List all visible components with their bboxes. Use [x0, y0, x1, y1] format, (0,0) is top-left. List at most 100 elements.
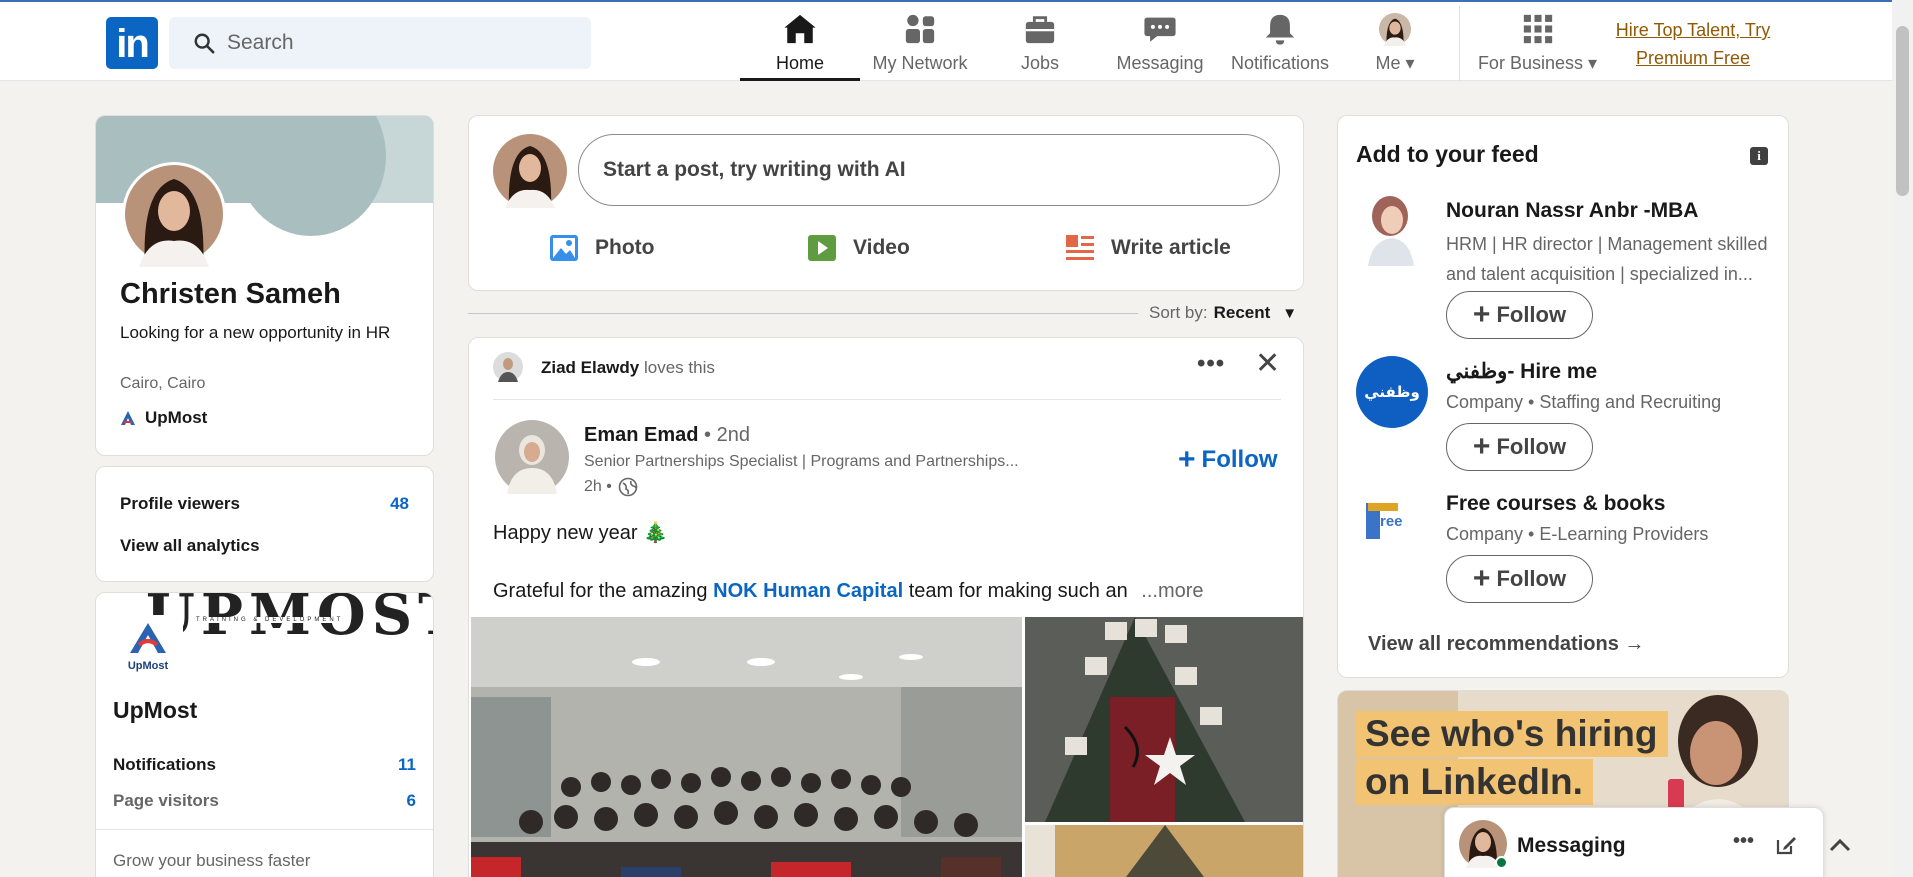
- post-image-group-photo[interactable]: [471, 617, 1022, 877]
- ad-headline-1: See who's hiring: [1355, 711, 1668, 757]
- christmas-tree-image: [1025, 617, 1303, 822]
- sort-label: Sort by:: [1149, 303, 1208, 322]
- add-to-feed-title: Add to your feed: [1356, 141, 1539, 167]
- home-icon: [784, 14, 816, 44]
- video-button[interactable]: Video: [807, 234, 910, 262]
- sort-dropdown[interactable]: Sort by: Recent ▼: [1149, 303, 1297, 323]
- nav-me[interactable]: Me ▾: [1350, 12, 1440, 80]
- post-text-pre: Grateful for the amazing: [493, 580, 708, 602]
- premium-line-1: Hire Top Talent, Try: [1615, 20, 1771, 40]
- suggestion-desc-2: Company • Staffing and Recruiting: [1446, 392, 1722, 412]
- suggestion-desc-3: Company • E-Learning Providers: [1446, 524, 1709, 544]
- more-options-icon[interactable]: •••: [1197, 350, 1225, 378]
- suggestion-logo-2[interactable]: وظفني: [1356, 356, 1428, 428]
- write-article-button[interactable]: Write article: [1065, 234, 1231, 262]
- nav-my-network[interactable]: My Network: [860, 12, 980, 80]
- photo-button[interactable]: Photo: [549, 234, 654, 262]
- close-icon[interactable]: ✕: [1255, 346, 1280, 381]
- profile-company-name: UpMost: [145, 408, 208, 427]
- sort-divider: [468, 313, 1138, 314]
- profile-avatar[interactable]: [121, 161, 227, 267]
- page-visitors-label[interactable]: Page visitors: [113, 791, 219, 811]
- nav-divider: [1459, 6, 1460, 82]
- follow-label: Follow: [1201, 446, 1278, 473]
- composer-avatar[interactable]: [493, 134, 567, 208]
- follow-author-button[interactable]: + Follow: [1178, 443, 1278, 476]
- analytics-card: Profile viewers 48 View all analytics: [95, 466, 434, 582]
- page-banner-subtext: TRAINING & DEVELOPMENT: [196, 617, 344, 623]
- company-mention-link[interactable]: NOK Human Capital: [713, 580, 903, 602]
- upmost-logo-icon: [121, 411, 135, 425]
- page-notifications-count[interactable]: 11: [398, 755, 416, 775]
- post-image-decor[interactable]: [1025, 825, 1303, 877]
- grow-business-link[interactable]: Grow your business faster: [113, 851, 310, 871]
- nav-jobs[interactable]: Jobs: [980, 12, 1100, 80]
- view-all-recommendations-link[interactable]: View all recommendations →: [1368, 633, 1644, 656]
- nav-home-label: Home: [775, 53, 824, 73]
- suggestion-name-3[interactable]: Free courses & books: [1446, 492, 1665, 516]
- start-post-input[interactable]: Start a post, try writing with AI: [578, 134, 1280, 206]
- chat-icon: [1144, 17, 1176, 42]
- follow-button-1[interactable]: + Follow: [1446, 291, 1593, 339]
- nav-messaging[interactable]: Messaging: [1100, 12, 1220, 80]
- post-meta: 2h •: [584, 477, 638, 497]
- top-navbar: in Home My Network Jobs Messaging Notifi…: [0, 0, 1913, 82]
- nav-me-label: Me ▾: [1375, 53, 1415, 73]
- nav-for-business[interactable]: For Business ▾: [1465, 12, 1610, 80]
- social-actor-name[interactable]: Ziad Elawdy: [541, 358, 639, 377]
- profile-headline: Looking for a new opportunity in HR: [120, 323, 391, 342]
- follow-label-1: Follow: [1496, 302, 1567, 327]
- chevron-up-icon[interactable]: [1829, 838, 1851, 852]
- compose-icon[interactable]: [1775, 834, 1797, 856]
- post-text-post: team for making such an: [908, 580, 1128, 602]
- search-input[interactable]: [227, 17, 577, 69]
- search-box[interactable]: [169, 17, 591, 69]
- chevron-down-icon: ▼: [1282, 304, 1298, 322]
- author-name[interactable]: Eman Emad: [584, 424, 698, 446]
- messaging-avatar[interactable]: [1459, 820, 1508, 869]
- plus-icon: +: [1472, 298, 1491, 331]
- plus-icon: +: [1472, 430, 1491, 463]
- view-all-analytics-link[interactable]: View all analytics: [120, 536, 260, 556]
- premium-link[interactable]: Hire Top Talent, Try Premium Free: [1608, 16, 1778, 72]
- see-more-link[interactable]: ...more: [1141, 580, 1203, 602]
- briefcase-icon: [1025, 16, 1055, 44]
- follow-button-2[interactable]: + Follow: [1446, 423, 1593, 471]
- profile-company[interactable]: UpMost: [120, 408, 207, 428]
- nav-home[interactable]: Home: [740, 12, 860, 81]
- post-image-tree[interactable]: [1025, 617, 1303, 822]
- upmost-page-logo[interactable]: UpMost: [113, 615, 183, 685]
- messaging-more-icon[interactable]: •••: [1733, 830, 1754, 853]
- page-scrollbar[interactable]: [1892, 0, 1913, 877]
- profile-viewers-label[interactable]: Profile viewers: [120, 494, 240, 514]
- page-visitors-count[interactable]: 6: [407, 791, 416, 811]
- page-notifications-label[interactable]: Notifications: [113, 755, 216, 775]
- profile-viewers-count[interactable]: 48: [390, 494, 409, 514]
- suggestion-avatar-1[interactable]: [1364, 194, 1418, 266]
- upmost-logo-text: UpMost: [127, 660, 169, 672]
- info-icon[interactable]: i: [1750, 147, 1768, 165]
- page-name[interactable]: UpMost: [113, 697, 197, 724]
- page-card-divider: [96, 829, 433, 830]
- social-actor-avatar[interactable]: [493, 352, 523, 382]
- author-avatar[interactable]: [495, 420, 569, 494]
- profile-location: Cairo, Cairo: [120, 375, 206, 392]
- suggestion-name-2[interactable]: وظفني- Hire me: [1446, 359, 1597, 384]
- author-degree: • 2nd: [704, 424, 750, 446]
- messaging-overlay[interactable]: Messaging •••: [1444, 807, 1851, 877]
- suggestion-logo-3[interactable]: ree: [1360, 499, 1418, 547]
- follow-button-3[interactable]: + Follow: [1446, 555, 1593, 603]
- nav-notifications[interactable]: Notifications: [1220, 12, 1340, 80]
- suggestion-name-1[interactable]: Nouran Nassr Anbr -MBA: [1446, 199, 1698, 223]
- linkedin-logo[interactable]: in: [106, 17, 158, 69]
- profile-name[interactable]: Christen Sameh: [120, 278, 341, 311]
- plus-icon: +: [1178, 443, 1196, 476]
- post-text-line-1: Happy new year 🎄: [493, 522, 668, 544]
- messaging-label[interactable]: Messaging: [1517, 834, 1626, 858]
- author-line: Eman Emad • 2nd: [584, 424, 750, 447]
- follow-label-3: Follow: [1496, 566, 1567, 591]
- scrollbar-thumb[interactable]: [1896, 26, 1909, 196]
- nav-notifications-label: Notifications: [1230, 53, 1330, 73]
- video-icon: [808, 235, 836, 261]
- suggestion-desc-1-line-1: HRM | HR director | Management skilled: [1446, 234, 1768, 254]
